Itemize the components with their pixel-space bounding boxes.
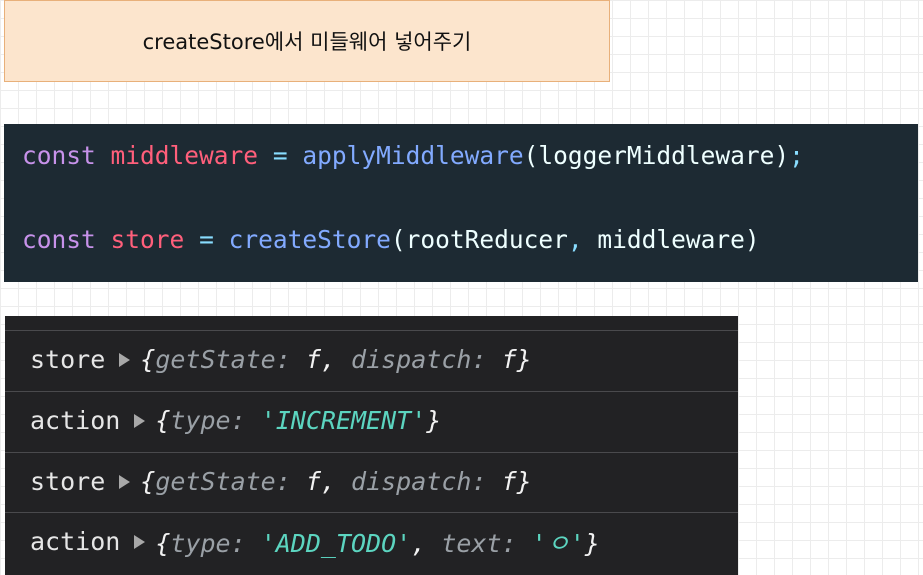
call-args-open: (rootReducer	[390, 225, 568, 254]
log-object[interactable]: {getState: f, dispatch: f}	[140, 345, 531, 374]
console-log-row: action {type: 'INCREMENT'}	[5, 391, 738, 449]
function-apply-middleware: applyMiddleware	[302, 141, 524, 170]
disclosure-triangle-icon[interactable]	[119, 474, 131, 489]
call-args-close: middleware)	[582, 225, 760, 254]
keyword-const: const	[22, 225, 96, 254]
disclosure-triangle-icon[interactable]	[134, 534, 146, 549]
note-title: createStore에서 미들웨어 넣어주기	[142, 30, 472, 54]
variable-store: store	[110, 225, 185, 254]
call-args: (loggerMiddleware)	[523, 141, 790, 170]
assign-operator: =	[199, 225, 214, 254]
args-separator: ,	[567, 225, 583, 254]
console-log-row: store {getState: f, dispatch: f}	[5, 330, 738, 388]
log-label: action	[30, 527, 121, 556]
log-object[interactable]: {getState: f, dispatch: f}	[140, 467, 531, 496]
semicolon: ;	[789, 141, 804, 170]
disclosure-triangle-icon[interactable]	[119, 352, 131, 367]
code-line-store: const store = createStore(rootReducer, m…	[22, 225, 760, 254]
console-log-row: store {getState: f, dispatch: f}	[5, 452, 738, 510]
log-object[interactable]: {type: 'INCREMENT'}	[155, 406, 441, 435]
code-snippet: const middleware = applyMiddleware(logge…	[4, 124, 918, 282]
console-log-row: action {type: 'ADD_TODO', text: 'ㅇ'}	[5, 512, 738, 570]
keyword-const: const	[22, 141, 96, 170]
log-label: action	[30, 406, 121, 435]
log-label: store	[30, 467, 106, 496]
disclosure-triangle-icon[interactable]	[134, 413, 146, 428]
function-create-store: createStore	[228, 225, 391, 254]
title-note: createStore에서 미들웨어 넣어주기	[4, 0, 610, 82]
log-label: store	[30, 345, 106, 374]
code-line-middleware: const middleware = applyMiddleware(logge…	[22, 141, 804, 170]
log-object[interactable]: {type: 'ADD_TODO', text: 'ㅇ'}	[155, 524, 600, 560]
assign-operator: =	[272, 141, 288, 170]
console-output: store {getState: f, dispatch: f} action …	[5, 316, 738, 575]
variable-middleware: middleware	[110, 141, 259, 170]
